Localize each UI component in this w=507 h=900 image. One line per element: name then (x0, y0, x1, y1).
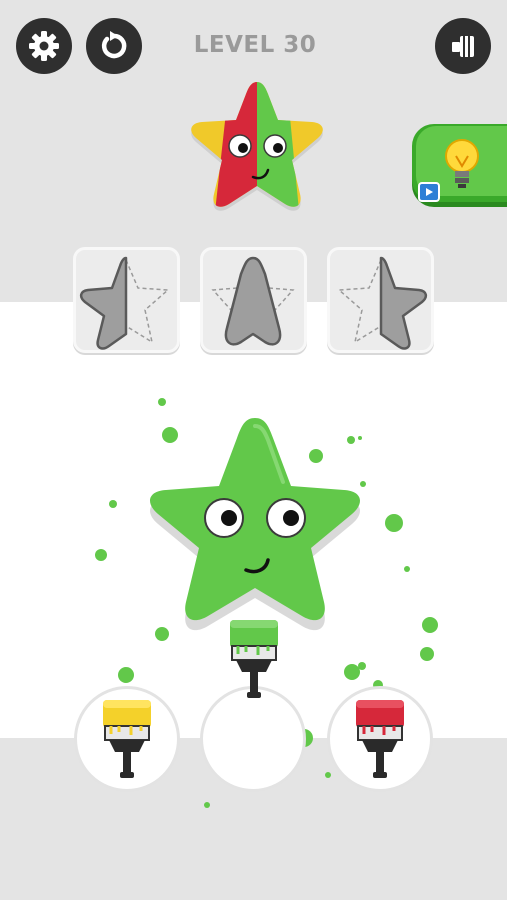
left-half-star-stencil (79, 256, 170, 350)
stencil-option-left-half[interactable] (73, 247, 180, 353)
yellow-brush[interactable] (101, 698, 153, 782)
stencil-option-center[interactable] (200, 247, 307, 353)
center-star-stencil (211, 256, 295, 346)
green-brush[interactable] (228, 618, 280, 702)
lightbulb-icon (445, 139, 479, 188)
right-half-star-stencil (337, 256, 428, 350)
restart-icon (101, 31, 127, 59)
stencil-option-right-half[interactable] (327, 247, 434, 353)
video-icon (418, 182, 440, 202)
restart-button[interactable] (86, 18, 142, 74)
eraser-button[interactable] (435, 18, 491, 74)
gear-icon (29, 31, 59, 61)
level-title: LEVEL 30 (193, 32, 317, 58)
red-brush[interactable] (354, 698, 406, 782)
eraser-icon (452, 36, 474, 57)
target-star (191, 82, 323, 211)
settings-button[interactable] (16, 18, 72, 74)
